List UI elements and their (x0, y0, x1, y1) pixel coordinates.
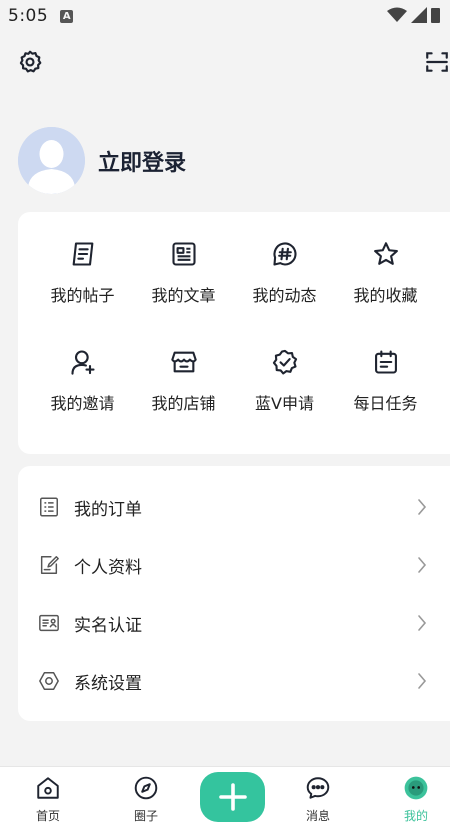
store-icon (170, 351, 197, 373)
star-icon (373, 242, 398, 265)
grid-label: 我的邀请 (50, 394, 115, 413)
plus-icon (218, 783, 247, 811)
grid-item-posts[interactable]: 我的帖子 (32, 240, 133, 348)
compass-icon (134, 776, 158, 800)
hashtag-icon (272, 242, 297, 266)
grid-label: 我的帖子 (50, 286, 115, 305)
menu-list-card: 我的订单 个人资料 实名认证 系统设置 (18, 466, 450, 721)
grid-label: 蓝V申请 (255, 394, 314, 413)
list-label: 我的订单 (74, 499, 142, 520)
profile-face-icon (404, 776, 428, 800)
list-item-orders[interactable]: 我的订单 (18, 478, 450, 536)
edit-profile-icon (40, 556, 59, 574)
settings-button[interactable] (17, 49, 45, 77)
signal-icon (411, 7, 427, 23)
status-time: 5:05 (8, 6, 49, 26)
article-icon (171, 242, 196, 266)
grid-label: 我的收藏 (353, 286, 418, 305)
home-icon (37, 777, 59, 799)
list-label: 个人资料 (74, 557, 142, 578)
default-avatar-icon (18, 127, 85, 194)
hexagon-settings-icon (39, 672, 59, 690)
nav-circles[interactable]: 圈子 (116, 775, 176, 824)
status-bar: 5:05 A (0, 0, 450, 32)
list-item-profile[interactable]: 个人资料 (18, 536, 450, 594)
scan-icon (426, 52, 448, 72)
chevron-right-icon (418, 557, 427, 573)
grid-item-activity[interactable]: 我的动态 (234, 240, 335, 348)
nav-label: 消息 (305, 809, 330, 823)
grid-item-favorites[interactable]: 我的收藏 (335, 240, 436, 348)
create-post-button[interactable] (200, 772, 265, 822)
grid-item-invites[interactable]: 我的邀请 (32, 348, 133, 456)
wifi-icon (387, 7, 407, 22)
profile-header[interactable]: 立即登录 (18, 127, 186, 194)
grid-item-daily-tasks[interactable]: 每日任务 (335, 348, 436, 456)
status-indicators (387, 7, 440, 23)
gear-icon (19, 50, 42, 73)
order-icon (40, 497, 58, 517)
login-link[interactable]: 立即登录 (98, 145, 186, 177)
grid-label: 我的店铺 (151, 394, 216, 413)
scan-button[interactable] (424, 49, 450, 77)
nav-home[interactable]: 首页 (18, 775, 78, 824)
verified-badge-icon (272, 349, 297, 375)
nav-messages[interactable]: 消息 (288, 775, 348, 824)
grid-item-store[interactable]: 我的店铺 (133, 348, 234, 456)
message-icon (306, 777, 330, 799)
a-icon: A (60, 9, 74, 23)
avatar[interactable] (18, 127, 85, 194)
nav-label-active: 我的 (403, 809, 428, 823)
list-item-settings[interactable]: 系统设置 (18, 652, 450, 710)
chevron-right-icon (418, 615, 427, 631)
battery-icon (431, 8, 440, 23)
grid-item-articles[interactable]: 我的文章 (133, 240, 234, 348)
user-add-icon (70, 350, 95, 375)
grid-item-blue-v[interactable]: 蓝V申请 (234, 348, 335, 456)
grid-label: 我的文章 (151, 286, 216, 305)
chevron-right-icon (418, 673, 427, 689)
id-card-icon (39, 614, 59, 632)
grid-label: 每日任务 (353, 394, 418, 413)
post-icon (72, 242, 93, 266)
nav-label: 圈子 (133, 809, 158, 823)
list-label: 实名认证 (74, 615, 142, 636)
feature-grid-card: 我的帖子 我的文章 我的动态 我的收藏 我的邀请 我的店铺 蓝V申请 每日任务 (18, 212, 450, 454)
list-item-identity[interactable]: 实名认证 (18, 594, 450, 652)
grid-label: 我的动态 (252, 286, 317, 305)
chevron-right-icon (418, 499, 427, 515)
calendar-task-icon (374, 350, 397, 374)
list-label: 系统设置 (74, 673, 142, 694)
nav-mine[interactable]: 我的 (386, 775, 446, 824)
nav-label: 首页 (35, 809, 60, 823)
